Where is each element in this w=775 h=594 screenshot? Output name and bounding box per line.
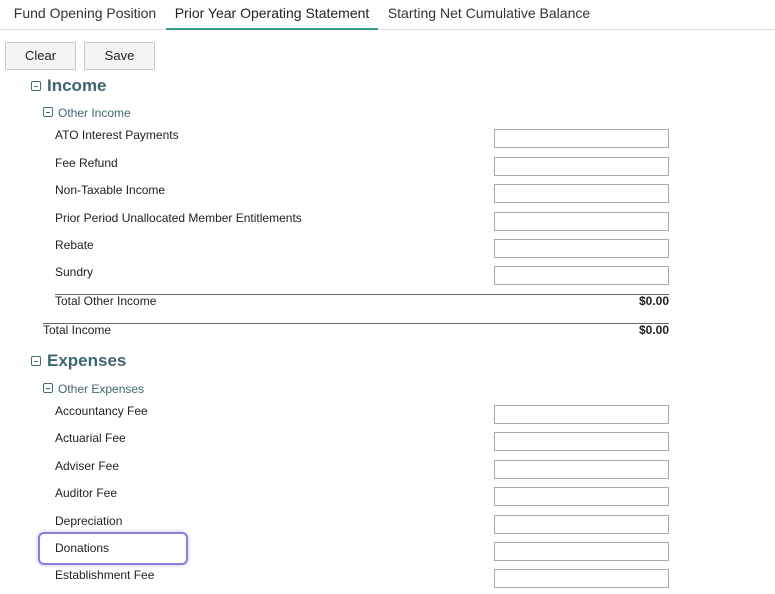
total-other-income-label: Total Other Income	[55, 294, 157, 308]
auditor-fee-label: Auditor Fee	[55, 486, 118, 500]
rebate-label: Rebate	[55, 238, 94, 252]
tab-bar: Fund Opening Position Prior Year Operati…	[0, 0, 775, 30]
accountancy-fee-input[interactable]	[494, 405, 669, 424]
depreciation-label: Depreciation	[55, 514, 123, 528]
auditor-fee-input[interactable]	[494, 487, 669, 506]
tab-starting-net-cumulative-balance[interactable]: Starting Net Cumulative Balance	[380, 0, 598, 28]
other-expenses-title: Other Expenses	[58, 382, 145, 396]
total-income-divider	[43, 323, 669, 324]
expenses-section-title: Expenses	[47, 351, 127, 370]
donations-input[interactable]	[494, 542, 669, 561]
ato-interest-payments-label: ATO Interest Payments	[55, 128, 179, 142]
rebate-input[interactable]	[494, 239, 669, 258]
ato-interest-payments-input[interactable]	[494, 129, 669, 148]
tab-fund-opening-position[interactable]: Fund Opening Position	[6, 0, 164, 28]
total-income-label: Total Income	[43, 323, 112, 337]
sundry-label: Sundry	[55, 265, 94, 279]
adviser-fee-label: Adviser Fee	[55, 459, 120, 473]
sundry-input[interactable]	[494, 266, 669, 285]
total-income-value: $0.00	[638, 323, 669, 337]
save-button[interactable]: Save	[84, 42, 155, 70]
collapse-other-income-icon[interactable]	[43, 107, 53, 117]
collapse-expenses-icon[interactable]	[31, 356, 41, 366]
adviser-fee-input[interactable]	[494, 460, 669, 479]
clear-button[interactable]: Clear	[5, 42, 76, 70]
tab-prior-year-operating-statement[interactable]: Prior Year Operating Statement	[166, 0, 378, 30]
depreciation-input[interactable]	[494, 515, 669, 534]
total-other-income-value: $0.00	[638, 294, 669, 308]
actuarial-fee-input[interactable]	[494, 432, 669, 451]
fee-refund-label: Fee Refund	[55, 156, 118, 170]
other-income-title: Other Income	[58, 106, 131, 120]
establishment-fee-input[interactable]	[494, 569, 669, 588]
non-taxable-income-label: Non-Taxable Income	[55, 183, 166, 197]
income-section-title: Income	[47, 76, 107, 95]
donations-label: Donations	[55, 541, 110, 555]
accountancy-fee-label: Accountancy Fee	[55, 404, 148, 418]
collapse-income-icon[interactable]	[31, 81, 41, 91]
non-taxable-income-input[interactable]	[494, 184, 669, 203]
fee-refund-input[interactable]	[494, 157, 669, 176]
establishment-fee-label: Establishment Fee	[55, 568, 155, 582]
prior-period-unallocated-input[interactable]	[494, 212, 669, 231]
prior-period-unallocated-label: Prior Period Unallocated Member Entitlem…	[55, 211, 302, 225]
collapse-other-expenses-icon[interactable]	[43, 383, 53, 393]
actuarial-fee-label: Actuarial Fee	[55, 431, 126, 445]
